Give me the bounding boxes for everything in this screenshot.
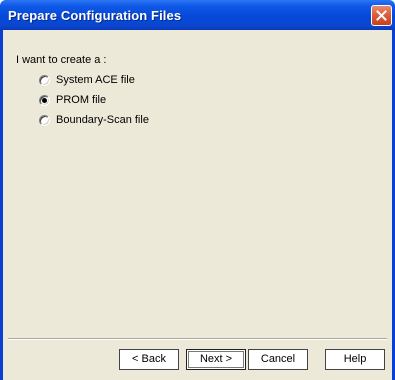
option-label: Boundary-Scan file — [56, 114, 149, 126]
help-button[interactable]: Help — [325, 349, 385, 370]
option-system-ace-file[interactable]: System ACE file — [39, 70, 149, 90]
close-icon — [376, 10, 387, 21]
window-title: Prepare Configuration Files — [8, 8, 182, 23]
option-label: System ACE file — [56, 74, 135, 86]
radio-button-selected[interactable] — [39, 94, 50, 106]
option-boundary-scan-file[interactable]: Boundary-Scan file — [39, 110, 149, 130]
back-button[interactable]: < Back — [119, 349, 179, 370]
next-button[interactable]: Next > — [186, 349, 246, 370]
file-type-radio-group: System ACE file PROM file Boundary-Scan … — [39, 70, 149, 130]
prompt-label: I want to create a : — [16, 54, 107, 66]
radio-selected-dot — [42, 97, 47, 103]
dialog-window: Prepare Configuration Files I want to cr… — [0, 0, 395, 380]
close-button[interactable] — [371, 5, 392, 26]
radio-button[interactable] — [39, 114, 50, 126]
dialog-body: I want to create a : System ACE file PRO… — [3, 30, 392, 380]
radio-button[interactable] — [39, 74, 50, 86]
footer-separator — [8, 338, 387, 340]
cancel-button[interactable]: Cancel — [248, 349, 308, 370]
title-bar[interactable]: Prepare Configuration Files — [0, 0, 395, 30]
option-label: PROM file — [56, 94, 107, 106]
option-prom-file[interactable]: PROM file — [39, 90, 149, 110]
